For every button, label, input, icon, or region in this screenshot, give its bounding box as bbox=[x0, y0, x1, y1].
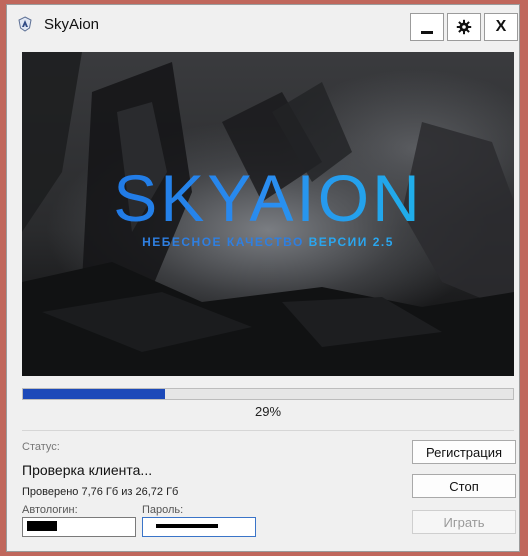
settings-button[interactable] bbox=[447, 13, 481, 41]
game-logo: SKYAION bbox=[22, 160, 514, 236]
minimize-icon bbox=[421, 30, 433, 34]
autologin-label: Автологин: bbox=[22, 504, 78, 516]
divider bbox=[22, 430, 514, 431]
password-label: Пароль: bbox=[142, 504, 184, 516]
close-button[interactable]: X bbox=[484, 13, 518, 41]
autologin-field[interactable] bbox=[22, 517, 136, 537]
tagline-version: ВЕРСИИ 2.5 bbox=[308, 235, 394, 249]
game-banner: SKYAION НЕБЕСНОЕ КАЧЕСТВО ВЕРСИИ 2.5 bbox=[22, 52, 514, 376]
stop-button[interactable]: Стоп bbox=[412, 474, 516, 498]
redacted-autologin bbox=[27, 521, 57, 531]
game-tagline: НЕБЕСНОЕ КАЧЕСТВО ВЕРСИИ 2.5 bbox=[22, 235, 514, 249]
checked-progress-text: Проверено 7,76 Гб из 26,72 Гб bbox=[22, 486, 179, 498]
status-text: Проверка клиента... bbox=[22, 462, 153, 478]
password-mask bbox=[156, 524, 218, 528]
title-bar[interactable]: SkyAion X bbox=[7, 5, 519, 45]
tagline-main: НЕБЕСНОЕ КАЧЕСТВО bbox=[142, 235, 304, 249]
launcher-window: SkyAion X SKYAION НЕБЕСНОЕ КАЧЕСТВО ВЕРС… bbox=[6, 4, 520, 552]
register-button[interactable]: Регистрация bbox=[412, 440, 516, 464]
play-button[interactable]: Играть bbox=[412, 510, 516, 534]
gear-icon bbox=[456, 19, 472, 35]
progress-percent: 29% bbox=[254, 404, 282, 419]
minimize-button[interactable] bbox=[410, 13, 444, 41]
window-title: SkyAion bbox=[44, 16, 100, 33]
app-logo-icon bbox=[18, 16, 32, 32]
progress-bar bbox=[22, 388, 514, 400]
status-label: Статус: bbox=[22, 441, 60, 453]
progress-fill bbox=[23, 389, 166, 399]
password-field[interactable] bbox=[142, 517, 256, 537]
